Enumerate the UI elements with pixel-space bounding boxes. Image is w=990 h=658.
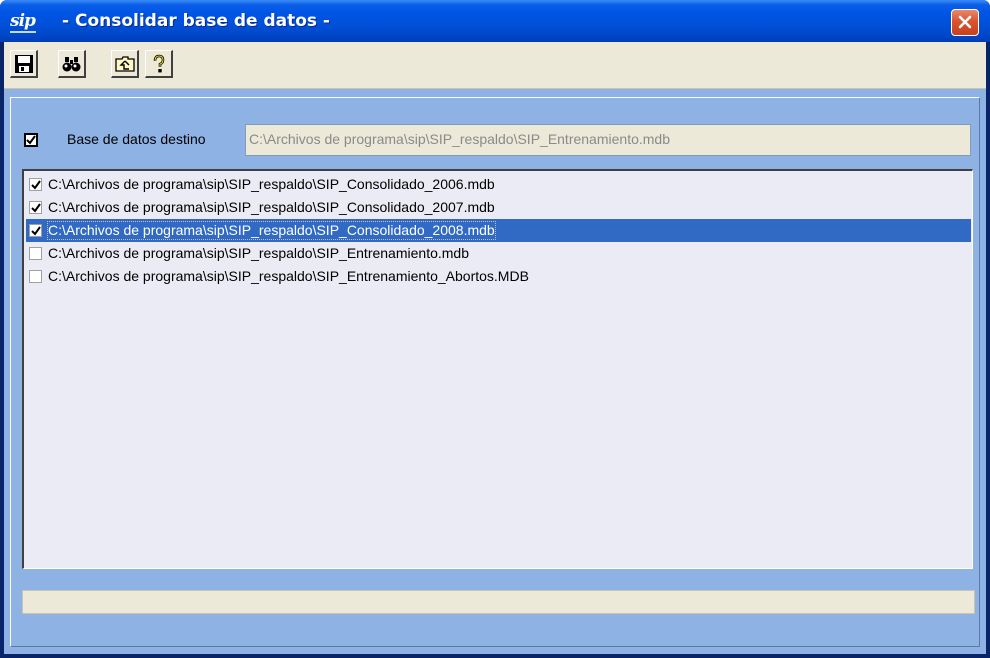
list-item-label: C:\Archivos de programa\sip\SIP_respaldo… — [47, 221, 496, 240]
destination-label: Base de datos destino — [67, 131, 206, 147]
toolbar — [4, 42, 986, 89]
destination-checkbox[interactable] — [24, 133, 38, 147]
close-button[interactable] — [951, 9, 979, 36]
list-item[interactable]: C:\Archivos de programa\sip\SIP_respaldo… — [26, 242, 971, 265]
folder-up-icon — [115, 56, 135, 72]
close-icon — [958, 15, 972, 29]
save-button[interactable] — [10, 50, 38, 78]
list-item-checkbox[interactable] — [29, 247, 42, 260]
help-button[interactable] — [145, 50, 173, 78]
save-icon — [15, 55, 33, 73]
list-item-label: C:\Archivos de programa\sip\SIP_respaldo… — [48, 176, 495, 192]
window-title: - Consolidar base de datos - — [62, 11, 330, 31]
help-icon — [153, 54, 165, 73]
list-item-label: C:\Archivos de programa\sip\SIP_respaldo… — [48, 199, 495, 215]
title-bar[interactable]: sip - Consolidar base de datos - — [0, 0, 990, 42]
list-item-label: C:\Archivos de programa\sip\SIP_respaldo… — [48, 268, 529, 284]
list-item[interactable]: C:\Archivos de programa\sip\SIP_respaldo… — [26, 173, 971, 196]
list-item-label: C:\Archivos de programa\sip\SIP_respaldo… — [48, 245, 469, 261]
app-icon[interactable]: sip — [10, 9, 36, 33]
list-item-checkbox[interactable] — [29, 270, 42, 283]
list-item-checkbox[interactable] — [29, 178, 42, 191]
list-item-selected[interactable]: C:\Archivos de programa\sip\SIP_respaldo… — [26, 219, 971, 242]
list-item[interactable]: C:\Archivos de programa\sip\SIP_respaldo… — [26, 265, 971, 288]
check-icon — [31, 203, 41, 213]
check-icon — [31, 180, 41, 190]
list-item-checkbox[interactable] — [29, 201, 42, 214]
folder-up-button[interactable] — [111, 50, 139, 78]
list-item-checkbox[interactable] — [29, 224, 42, 237]
app-window: sip - Consolidar base de datos - Base de… — [0, 0, 990, 658]
database-file-list[interactable]: C:\Archivos de programa\sip\SIP_respaldo… — [22, 169, 973, 569]
list-item[interactable]: C:\Archivos de programa\sip\SIP_respaldo… — [26, 196, 971, 219]
check-icon — [26, 135, 36, 145]
search-button[interactable] — [58, 50, 86, 78]
check-icon — [31, 226, 41, 236]
binoculars-icon — [62, 57, 81, 72]
status-bar — [22, 590, 975, 614]
app-icon-text: sip — [10, 11, 36, 31]
destination-path-field[interactable]: C:\Archivos de programa\sip\SIP_respaldo… — [245, 124, 971, 156]
